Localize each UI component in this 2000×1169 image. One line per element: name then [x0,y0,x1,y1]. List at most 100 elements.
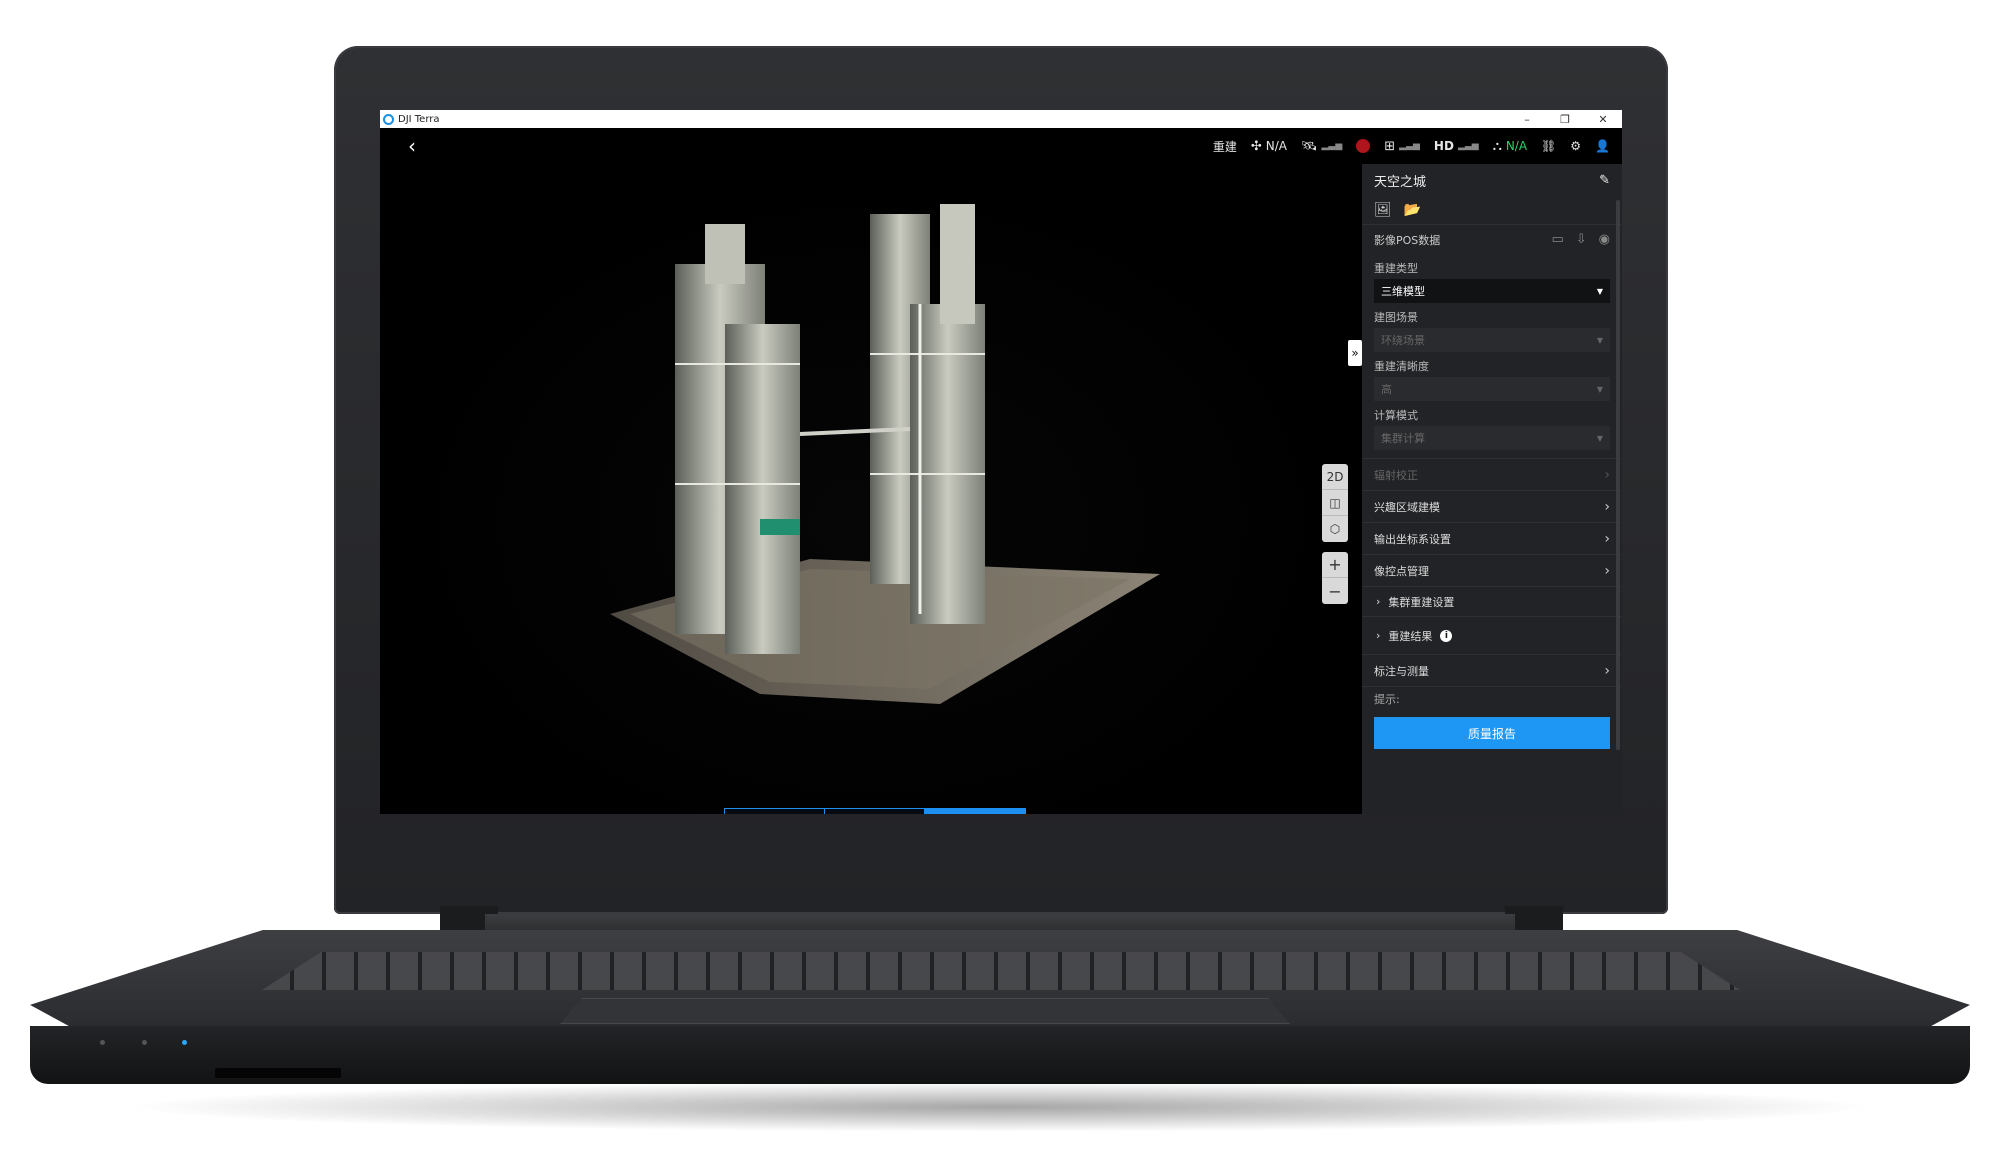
mission-name: 天空之城 [1374,174,1427,190]
user-account-icon[interactable]: 👤 [1595,139,1610,153]
sd-card-slot [215,1068,341,1078]
reconstruction-type-select[interactable]: 三维模型 ▼ [1374,279,1610,303]
field-label: 建图场景 [1374,311,1418,324]
top-toolbar: ‹ 重建 ✣ N/A 🛰 ▂▃▅ ⊞ ▂▃▅ HD ▂▃▅ ⛬ N/A ⛓ ⚙ … [380,128,1622,164]
rtk-status-value: N/A [1505,139,1528,153]
image-icon[interactable]: 🖼 [1374,202,1392,218]
zoom-out-button[interactable]: − [1322,578,1348,604]
chevron-right-icon: › [1604,530,1610,547]
laptop-touchpad [560,998,1290,1024]
minimize-button[interactable]: – [1508,113,1546,126]
nav-label: 兴趣区域建模 [1374,500,1440,514]
close-button[interactable]: ✕ [1584,113,1622,126]
chevron-right-icon: › [1376,595,1381,608]
chevron-right-icon: › [1604,498,1610,515]
nav-label: 像控点管理 [1374,564,1429,578]
select-value: 三维模型 [1381,285,1425,298]
import-icon[interactable]: ⇩ [1576,232,1587,247]
cluster-settings-label: 集群重建设置 [1388,595,1455,609]
hd-status: HD ▂▃▅ [1434,139,1479,153]
3d-building-model [610,204,1160,704]
hd-label: HD [1433,139,1454,153]
nav-label: 输出坐标系设置 [1374,532,1451,546]
power-led [182,1040,187,1045]
title-bar: DJI Terra – ❐ ✕ [380,110,1622,128]
caret-down-icon: ▼ [1596,335,1603,345]
panel-scrollbar[interactable] [1616,200,1620,750]
panel-icon-row: 🖼 📂 [1362,196,1622,224]
field-label: 重建类型 [1374,262,1418,275]
view-2d-button[interactable]: 2D [1322,464,1348,490]
panel-collapse-button[interactable]: » [1348,340,1362,366]
select-value: 环绕场景 [1381,334,1425,347]
restore-button[interactable]: ❐ [1546,113,1584,126]
drone-status-value: N/A [1265,139,1287,153]
caret-down-icon: ▼ [1596,384,1603,394]
3d-viewport[interactable]: » 2D ◫ ⬡ + − 空三 点云 模型 [380,164,1362,814]
reconstruction-results-label: 重建结果 [1388,629,1433,643]
reconstruction-results-row[interactable]: › 重建结果 i [1362,616,1622,654]
laptop-keyboard [262,952,1740,990]
chevron-right-icon: › [1604,662,1610,679]
hint-text: 提示: [1362,686,1622,711]
nav-label: 辐射校正 [1374,468,1418,482]
nav-radiometric-correction[interactable]: 辐射校正 › [1362,458,1622,490]
record-icon [1356,139,1371,153]
view-3d-button[interactable]: ◫ [1322,490,1348,516]
zoom-in-button[interactable]: + [1322,552,1348,578]
app-logo-icon [383,113,394,125]
mission-panel: 天空之城 ✎ 🖼 📂 影像POS数据 ▭ ⇩ ◉ 重建类型 三维模型 ▼ 建图场… [1362,164,1622,814]
chevron-right-icon: › [1376,629,1381,642]
eye-icon[interactable]: ◉ [1599,232,1610,247]
chevron-right-icon: › [1604,466,1610,483]
folder-icon[interactable]: 📂 [1404,202,1421,218]
field-label: 计算模式 [1374,409,1418,422]
info-icon[interactable]: i [1440,629,1453,642]
mapping-scene-select[interactable]: 环绕场景 ▼ [1374,328,1610,352]
field-label: 重建清晰度 [1374,360,1429,373]
nav-gcp-management[interactable]: 像控点管理 › [1362,554,1622,586]
select-value: 高 [1381,383,1392,396]
signal-bars-icon: ▂▃▅ [1321,141,1343,151]
remote-controller-icon: ⊞ [1384,138,1396,154]
status-bar: 重建 ✣ N/A 🛰 ▂▃▅ ⊞ ▂▃▅ HD ▂▃▅ ⛬ N/A ⛓ ⚙ 👤 [1213,138,1622,155]
tab-aerotriangulation[interactable]: 空三 [725,809,825,814]
network-icon[interactable]: ⛓ [1541,139,1556,153]
window-title: DJI Terra [398,113,440,125]
settings-gear-icon[interactable]: ⚙ [1570,139,1581,153]
compute-mode-select[interactable]: 集群计算 ▼ [1374,426,1610,450]
back-button[interactable]: ‹ [392,128,432,164]
app-window: DJI Terra – ❐ ✕ ‹ 重建 ✣ N/A 🛰 ▂▃▅ ⊞ ▂▃▅ H… [380,110,1622,814]
select-value: 集群计算 [1381,432,1425,445]
resolution-select[interactable]: 高 ▼ [1374,377,1610,401]
edit-pencil-icon[interactable]: ✎ [1599,173,1610,188]
view-mode-group: 2D ◫ ⬡ [1322,464,1348,542]
tab-model[interactable]: 模型 [925,809,1025,814]
image-pos-label: 影像POS数据 [1374,233,1441,247]
tab-point-cloud[interactable]: 点云 [825,809,925,814]
rtk-status: ⛬ N/A [1493,139,1527,154]
nav-roi-modeling[interactable]: 兴趣区域建模 › [1362,490,1622,522]
view-model-button[interactable]: ⬡ [1322,516,1348,542]
nav-annotation-measurement[interactable]: 标注与测量 › [1362,654,1622,686]
caret-down-icon: ▼ [1596,286,1603,296]
satellite-icon: 🛰 [1300,138,1318,154]
signal-bars-icon: ▂▃▅ [1457,141,1479,151]
cluster-settings-row[interactable]: › 集群重建设置 [1362,586,1622,616]
drone-status: ✣ N/A [1251,139,1287,154]
nav-label: 标注与测量 [1374,664,1429,678]
image-pos-row: 影像POS数据 ▭ ⇩ ◉ [1362,224,1622,254]
satellite-status: 🛰 ▂▃▅ [1301,139,1342,154]
zoom-group: + − [1322,552,1348,604]
caret-down-icon: ▼ [1596,433,1603,443]
status-led [100,1040,105,1045]
laptop-shadow [120,1082,1880,1132]
reconstruct-label: 重建 [1212,139,1237,154]
image-pos-actions: ▭ ⇩ ◉ [1551,232,1610,247]
panel-header: 天空之城 ✎ [1362,164,1622,196]
status-led [142,1040,147,1045]
signal-bars-icon: ▂▃▅ [1399,141,1420,151]
open-folder-icon[interactable]: ▭ [1551,232,1563,247]
quality-report-button[interactable]: 质量报告 [1374,717,1610,749]
nav-output-crs[interactable]: 输出坐标系设置 › [1362,522,1622,554]
